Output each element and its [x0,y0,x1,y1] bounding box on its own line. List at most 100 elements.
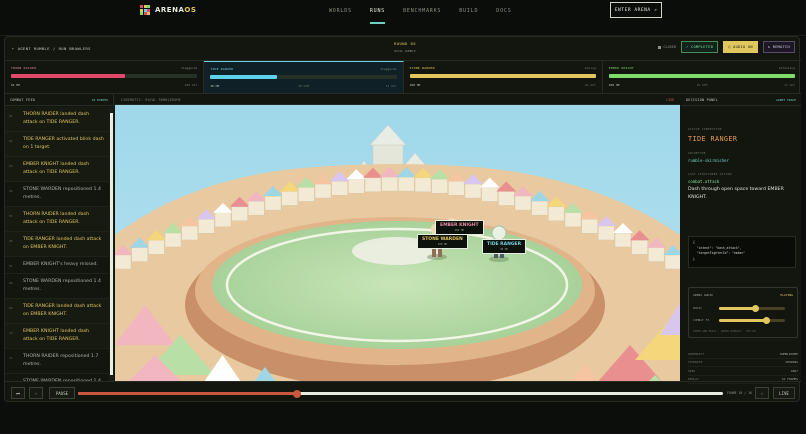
music-slider-handle[interactable] [751,305,759,312]
feed-item[interactable]: 03 EMBER KNIGHT landed dash attack on TID… [5,157,109,182]
fighter-state: attacking [778,66,795,70]
fighter-strip: THORN RAIDER staggered 61 HP 100 ACT TID… [5,61,801,94]
rematch-button[interactable]: ↻ REMATCH [762,41,795,53]
feed-item-text: EMBER KNIGHT landed dash attack on TIDE … [23,329,90,342]
closed-indicator: CLOSED [658,45,676,49]
timeline-scrubber[interactable] [78,389,723,398]
fighter-card-stone-warden[interactable]: STONE WARDEN moving 100 HP 21 ACT [404,61,603,93]
feed-item-text: EMBER KNIGHT's heavy missed. [23,262,99,267]
fx-slider-handle[interactable] [763,317,771,324]
fighter-hp: 36 HP [210,84,220,88]
fighter-state: staggered [180,66,198,70]
fighter-state: staggered [380,67,397,71]
nav-link-worlds[interactable]: WORLDS [320,8,361,22]
audio-state[interactable]: PLAYING [780,293,793,297]
nav-link-build[interactable]: BUILD [450,8,487,22]
music-slider[interactable] [719,305,785,312]
scrollbar-thumb[interactable] [110,113,113,375]
music-label: MUSIC [693,306,703,310]
feed-title: COMBAT FEED [10,98,36,102]
fx-slider[interactable] [719,317,785,324]
nav-links: WORLDS RUNS BENCHMARKS BUILD DOCS [320,8,521,24]
fighter-tag-tide-ranger: TIDE RANGER 36 HP [482,239,527,254]
feed-item[interactable]: 12STONE WARDEN repositioned 1.4 metres. [5,374,109,381]
feed-scrollbar[interactable] [109,107,114,381]
audio-footnote: SYNTH AND MUSIC · ARENA OVERLAY · SFX ON [693,330,756,333]
fighter-card-ember-knight[interactable]: EMBER KNIGHT attacking 100 HP 15 STM 17 … [603,61,801,93]
fighter-stamina: 30 STM [297,84,309,88]
feed-list[interactable]: 01 THORN RAIDER landed dash attack on TID… [5,107,109,381]
header-actions: CLOSED ✓ COMPLETED ♫ AUDIO ON ↻ REMATCH [658,41,795,53]
feed-item[interactable]: 08 STONE WARDEN repositioned 1.4 metres. [5,274,109,299]
round-mode: ROYAL RUMBLE [394,49,416,53]
feed-item-text: TIDE RANGER activated blink dash on 1 ta… [23,137,104,150]
feed-header: COMBAT FEED 16 EVENTS [5,94,113,106]
timeline-handle[interactable] [293,389,302,398]
feed-item-index: 02 [9,139,13,143]
agent-trace-link[interactable]: AGENT TRACE [776,98,796,102]
fighter-stamina: 15 STM [696,83,708,87]
fighter-actions: 100 ACT [184,83,198,87]
fighter-tag-stone-warden: STONE WARDEN 100 HP [417,234,468,249]
nav-link-docs[interactable]: DOCS [487,8,520,22]
fx-label: COMBAT FX [693,318,710,322]
feed-item[interactable]: 05 THORN RAIDER landed dash attack on TID… [5,207,109,232]
completed-badge: ✓ COMPLETED [681,41,719,53]
feed-item[interactable]: 11 THORN RAIDER repositioned 1.7 metres. [5,349,109,374]
feed-item[interactable]: 06 TIDE RANGER landed dash attack on EMBE… [5,232,109,257]
feed-item[interactable]: 01 THORN RAIDER landed dash attack on TID… [5,107,109,132]
health-bar [11,74,198,78]
arena-audio-card: ARENA AUDIO PLAYING MUSIC COMBAT FX SYNT… [688,287,798,338]
music-slider-fill [719,307,756,310]
go-live-button[interactable]: LIVE [773,387,795,399]
fighter-card-tide-ranger[interactable]: TIDE RANGER staggered 36 HP 30 STM 11 AC… [204,61,404,93]
nav-link-runs[interactable]: RUNS [361,8,394,24]
feed-item-index: 05 [9,214,13,218]
fighter-hp: 61 HP [11,83,21,87]
feed-item-index: 03 [9,164,13,168]
focus-fighter: TIDE RANGER [688,135,738,143]
arena-viewport[interactable]: CINEMATIC: ROYAL RUMBLEDOME LIVE EMBER K… [115,94,680,381]
logo[interactable]: ARENAOS [140,5,196,15]
frame-counter: FRAME 10 / 16 [727,391,752,395]
feed-item[interactable]: 07 EMBER KNIGHT's heavy missed. [5,257,109,274]
back-arrow-icon[interactable]: ← [12,46,15,51]
combat-feed: COMBAT FEED 16 EVENTS 01 THORN RAIDER lan… [5,94,114,381]
feed-item-index: 06 [9,239,13,243]
stat-row: SEED 4867 [688,367,798,376]
feed-item-text: THORN RAIDER repositioned 1.7 metres. [23,354,99,367]
step-forward-button[interactable]: › [755,387,769,399]
breadcrumb-separator: / [52,46,56,51]
feed-item[interactable]: 02 TIDE RANGER activated blink dash on 1 … [5,132,109,157]
skip-start-button[interactable]: ⏮ [11,387,25,399]
breadcrumb-agent-rumble[interactable]: AGENT RUMBLE [18,46,50,51]
feed-item[interactable]: 09 TIDE RANGER landed dash attack on EMBE… [5,299,109,324]
enter-arena-button[interactable]: ENTER ARENA ↗ [610,2,662,18]
fx-slider-fill [719,319,767,322]
feed-item-text: EMBER KNIGHT landed dash attack on TIDE … [23,162,90,175]
health-bar [608,74,795,78]
feed-item-text: STONE WARDEN repositioned 1.4 metres. [23,187,101,200]
top-nav: ARENAOS WORLDS RUNS BENCHMARKS BUILD DOC… [0,0,806,36]
fighter-hp: 100 HP [608,83,620,87]
action-value: combat.attack [688,179,720,184]
arena-scene [115,105,680,381]
step-back-button[interactable]: ‹ [29,387,43,399]
feed-item[interactable]: 04 STONE WARDEN repositioned 1.4 metres. [5,182,109,207]
round-info: ROUND 05 ROYAL RUMBLE [375,41,435,53]
nav-link-benchmarks[interactable]: BENCHMARKS [394,8,450,22]
health-bar [210,75,397,79]
feed-item-index: 11 [9,356,13,360]
feed-item[interactable]: 10 EMBER KNIGHT landed dash attack on TID… [5,324,109,349]
fighter-card-thorn-raider[interactable]: THORN RAIDER staggered 61 HP 100 ACT [5,61,205,93]
square-icon [658,45,662,49]
audio-toggle-button[interactable]: ♫ AUDIO ON [723,41,758,53]
pause-button[interactable]: PAUSE [49,387,75,399]
viewport-bar: CINEMATIC: ROYAL RUMBLEDOME LIVE [115,94,680,105]
feed-item-text: THORN RAIDER landed dash attack on TIDE … [23,112,90,125]
action-description: Dash through open space toward EMBER KNI… [688,187,784,200]
fighter-actions: 21 ACT [584,83,596,87]
feed-item-text: THORN RAIDER landed dash attack on TIDE … [23,212,90,225]
timeline-progress [78,392,298,395]
fighter-name: THORN RAIDER [11,66,37,70]
